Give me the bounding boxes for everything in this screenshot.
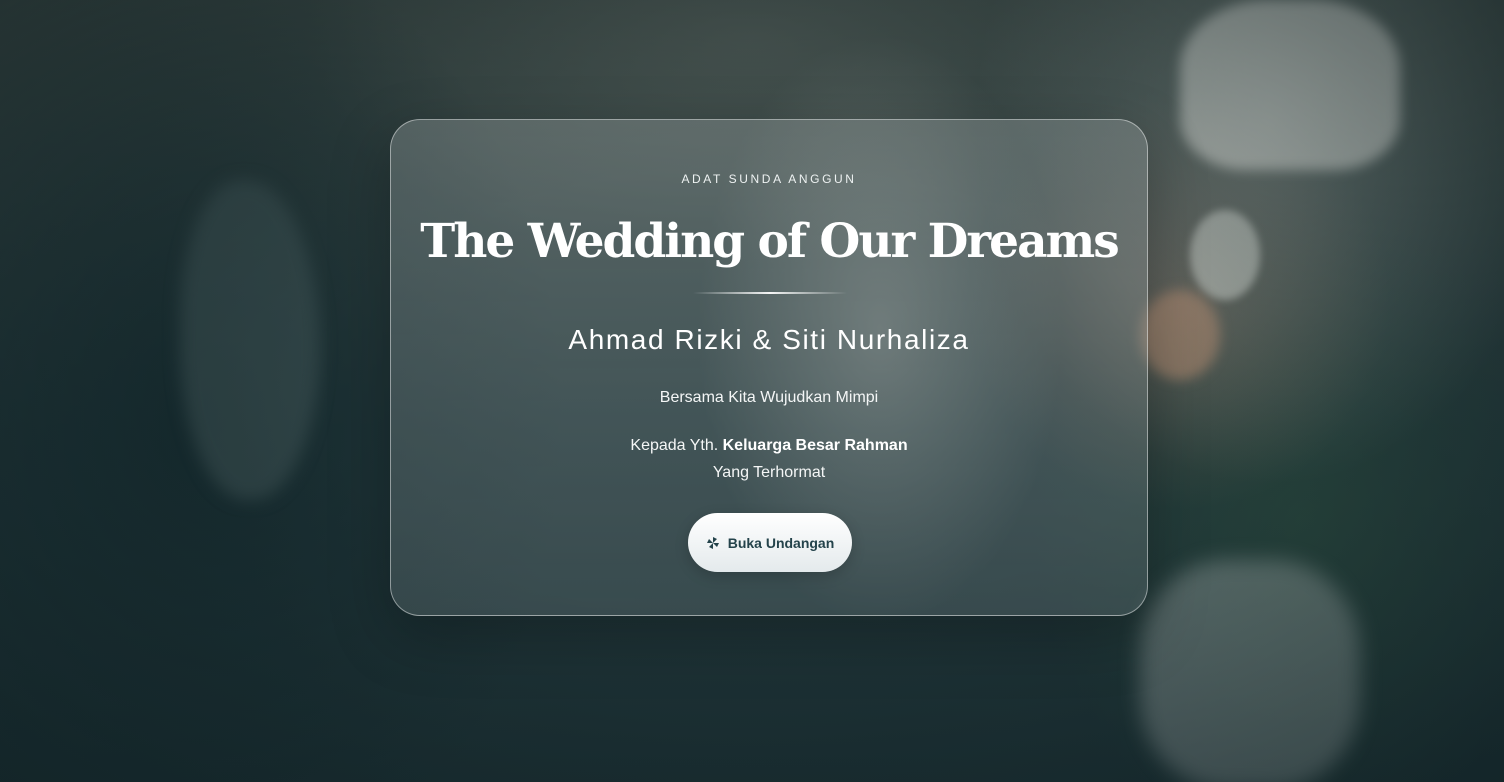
recipient-block: Kepada Yth. Keluarga Besar Rahman Yang T…: [391, 432, 1147, 486]
pinwheel-icon: [706, 536, 720, 550]
recipient-suffix: Yang Terhormat: [712, 464, 826, 481]
couple-names: Ahmad Rizki & Siti Nurhaliza: [568, 324, 970, 355]
tagline: Bersama Kita Wujudkan Mimpi: [659, 389, 879, 406]
event-eyebrow: ADAT SUNDA ANGGUN: [681, 172, 857, 186]
recipient-prefix: Kepada Yth.: [630, 437, 723, 454]
page-title: The Wedding of Our Dreams: [420, 214, 1119, 269]
title-divider: [693, 292, 847, 294]
open-invitation-label: Buka Undangan: [727, 534, 835, 551]
recipient-name: Keluarga Besar Rahman: [722, 437, 908, 454]
open-invitation-button[interactable]: Buka Undangan: [688, 513, 852, 572]
invitation-card: ADAT SUNDA ANGGUN The Wedding of Our Dre…: [390, 119, 1148, 616]
